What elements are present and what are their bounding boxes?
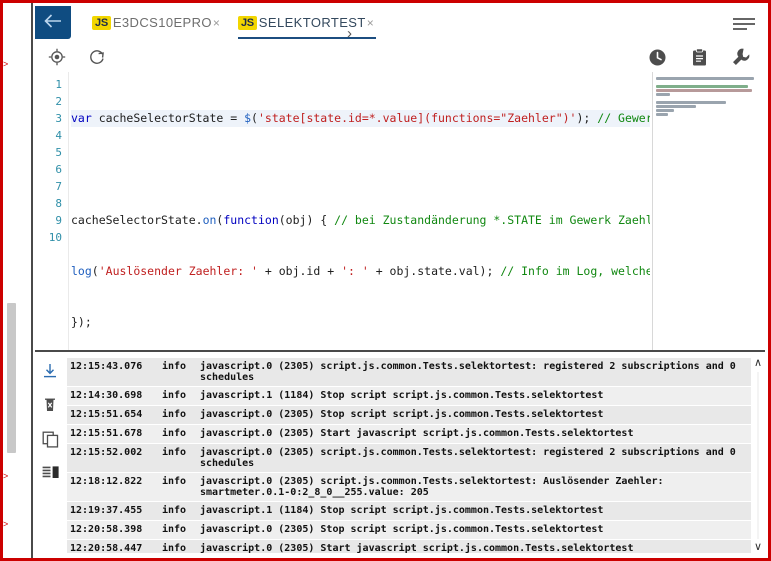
- log-message: javascript.0 (2305) Stop script script.j…: [200, 524, 604, 535]
- code-line: });: [71, 315, 92, 329]
- log-scroll-track[interactable]: [757, 372, 759, 539]
- log-severity: info: [162, 524, 187, 535]
- tab-label: E3DCS10EPRO: [112, 15, 212, 30]
- code-line: cacheSelectorState.on(function(obj) { //…: [71, 213, 650, 227]
- target-icon[interactable]: [45, 45, 69, 69]
- log-row[interactable]: 12:18:12.822 info javascript.0 (2305) scri…: [67, 473, 751, 502]
- log-message: javascript.1 (1184) Stop script script.j…: [200, 505, 604, 516]
- log-severity: info: [162, 543, 187, 553]
- log-row[interactable]: 12:15:51.654 info javascript.0 (2305) Stop…: [67, 406, 751, 425]
- tab-e3dcs10epro[interactable]: JS E3DCS10EPRO ×: [90, 6, 224, 39]
- strip-tick: >: [3, 471, 9, 481]
- log-severity: info: [162, 409, 187, 420]
- log-panel: 12:15:43.076 info javascript.0 (2305) scri…: [35, 352, 765, 555]
- log-scroll-down-icon[interactable]: ∨: [754, 542, 762, 553]
- log-message: javascript.0 (2305) Start javascript scr…: [200, 428, 634, 439]
- wrench-icon[interactable]: [729, 45, 753, 69]
- code-line: var cacheSelectorState = $('state[state.…: [71, 110, 650, 127]
- log-severity: info: [162, 361, 187, 372]
- strip-tick: >: [3, 519, 9, 529]
- editor-toolbar-left: [45, 45, 109, 69]
- line-number: 4: [55, 129, 62, 142]
- log-severity: info: [162, 447, 187, 458]
- iobroker-script-panel: JS E3DCS10EPRO × JS SELEKTORTEST × › 1 2…: [35, 6, 765, 555]
- code-text[interactable]: var cacheSelectorState = $('state[state.…: [71, 76, 650, 350]
- line-number: 2: [55, 95, 62, 108]
- list-icon[interactable]: [40, 463, 60, 483]
- log-sidebar: [35, 352, 65, 555]
- log-message: javascript.0 (2305) script.js.common.Tes…: [200, 476, 664, 498]
- line-number-gutter: 1 2 3 4 5 6 7 8 9 10: [35, 72, 69, 350]
- trash-icon[interactable]: [40, 395, 60, 415]
- line-number: 9: [55, 214, 62, 227]
- log-timestamp: 12:20:58.447: [70, 543, 143, 553]
- js-badge-icon: JS: [92, 15, 111, 30]
- code-minimap[interactable]: [652, 72, 765, 350]
- log-timestamp: 12:15:43.076: [70, 361, 143, 372]
- log-timestamp: 12:14:30.698: [70, 390, 143, 401]
- log-severity: info: [162, 476, 187, 487]
- log-row[interactable]: 12:15:51.678 info javascript.0 (2305) Star…: [67, 425, 751, 444]
- log-scroll-up-icon[interactable]: ∧: [754, 358, 762, 369]
- log-message: javascript.0 (2305) Stop script script.j…: [200, 409, 604, 420]
- js-badge-icon: JS: [237, 15, 257, 30]
- log-row[interactable]: 12:20:58.447 info javascript.0 (2305) Star…: [67, 540, 751, 553]
- line-number: 8: [55, 197, 62, 210]
- host-left-strip: > > >: [3, 3, 33, 558]
- editor-toolbar: [35, 42, 765, 72]
- line-number: 6: [55, 163, 62, 176]
- tab-bar: JS E3DCS10EPRO × JS SELEKTORTEST × ›: [35, 6, 765, 43]
- code-editor[interactable]: 1 2 3 4 5 6 7 8 9 10 var cacheSelectorSt…: [35, 72, 765, 352]
- log-message: javascript.0 (2305) script.js.common.Tes…: [200, 447, 742, 469]
- log-timestamp: 12:19:37.455: [70, 505, 143, 516]
- log-message: javascript.1 (1184) Stop script script.j…: [200, 390, 604, 401]
- tab-list: JS E3DCS10EPRO × JS SELEKTORTEST ×: [90, 6, 390, 42]
- line-number: 10: [48, 231, 62, 244]
- tab-close-icon[interactable]: ×: [367, 17, 374, 29]
- menu-icon[interactable]: [733, 18, 755, 32]
- log-timestamp: 12:15:52.002: [70, 447, 143, 458]
- log-scrollbar[interactable]: ∧ ∨: [751, 358, 765, 553]
- log-row[interactable]: 12:15:43.076 info javascript.0 (2305) scri…: [67, 358, 751, 387]
- log-timestamp: 12:18:12.822: [70, 476, 143, 487]
- line-number: 3: [55, 112, 62, 125]
- editor-toolbar-right: [645, 45, 753, 69]
- log-severity: info: [162, 390, 187, 401]
- tab-selektortest[interactable]: JS SELEKTORTEST ×: [236, 6, 378, 39]
- back-arrow-icon: [44, 14, 61, 28]
- log-severity: info: [162, 428, 187, 439]
- menu-line: [733, 18, 755, 20]
- line-number: 1: [55, 78, 62, 91]
- log-row[interactable]: 12:15:52.002 info javascript.0 (2305) scri…: [67, 444, 751, 473]
- log-row[interactable]: 12:20:58.398 info javascript.0 (2305) Stop…: [67, 521, 751, 540]
- line-number: 5: [55, 146, 62, 159]
- reload-icon[interactable]: [85, 45, 109, 69]
- log-row[interactable]: 12:14:30.698 info javascript.1 (1184) Stop…: [67, 387, 751, 406]
- line-number: 7: [55, 180, 62, 193]
- strip-tick: >: [3, 59, 9, 69]
- back-button[interactable]: [35, 6, 71, 39]
- log-timestamp: 12:20:58.398: [70, 524, 143, 535]
- menu-line: [733, 28, 747, 30]
- copy-icon[interactable]: [40, 429, 60, 449]
- tabs-more-chevron-icon[interactable]: ›: [347, 26, 352, 41]
- tab-close-icon[interactable]: ×: [213, 17, 220, 29]
- log-severity: info: [162, 505, 187, 516]
- log-message: javascript.0 (2305) Start javascript scr…: [200, 543, 634, 553]
- clock-icon[interactable]: [645, 45, 669, 69]
- menu-line: [733, 23, 755, 25]
- log-timestamp: 12:15:51.678: [70, 428, 143, 439]
- log-timestamp: 12:15:51.654: [70, 409, 143, 420]
- app-window: > > > JS E3DCS10EPRO × JS SELEKTORTEST ×…: [0, 0, 771, 561]
- log-message: javascript.0 (2305) script.js.common.Tes…: [200, 361, 742, 383]
- log-list[interactable]: 12:15:43.076 info javascript.0 (2305) scri…: [67, 358, 751, 553]
- clipboard-icon[interactable]: [687, 45, 711, 69]
- log-row[interactable]: 12:19:37.455 info javascript.1 (1184) Stop…: [67, 502, 751, 521]
- code-line: log('Auslösender Zaehler: ' + obj.id + '…: [71, 264, 650, 278]
- host-scrollbar-thumb[interactable]: [7, 303, 16, 453]
- download-icon[interactable]: [40, 361, 60, 381]
